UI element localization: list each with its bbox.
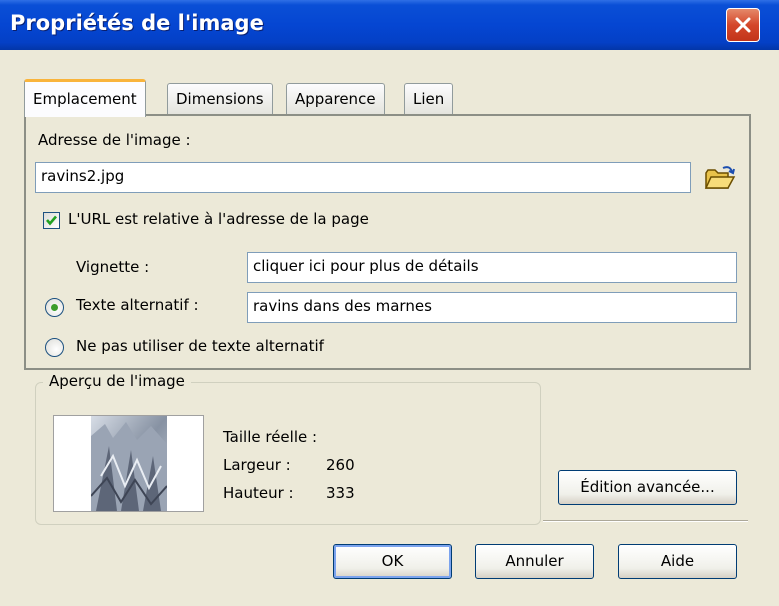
image-properties-dialog: Propriétés de l'image Emplacement Dimens…	[0, 0, 779, 606]
tab-lien[interactable]: Lien	[404, 83, 454, 114]
tab-emplacement[interactable]: Emplacement	[24, 79, 146, 117]
image-thumbnail	[91, 416, 167, 511]
advanced-edit-button[interactable]: Édition avancée...	[558, 470, 737, 505]
tab-label: Emplacement	[33, 90, 137, 108]
alt-text-input[interactable]: ravins dans des marnes	[247, 292, 737, 323]
tooltip-label: Vignette :	[76, 258, 150, 276]
close-icon	[735, 17, 751, 33]
width-value: 260	[326, 456, 355, 474]
relative-url-label: L'URL est relative à l'adresse de la pag…	[68, 210, 369, 228]
tab-apparence[interactable]: Apparence	[286, 83, 385, 114]
image-address-label: Adresse de l'image :	[38, 131, 191, 149]
image-address-input[interactable]: ravins2.jpg	[35, 162, 691, 193]
tab-label: Dimensions	[176, 90, 264, 108]
alt-text-radio[interactable]	[45, 298, 64, 317]
window-title: Propriétés de l'image	[10, 11, 264, 35]
height-label: Hauteur :	[223, 484, 294, 502]
cancel-button[interactable]: Annuler	[475, 544, 594, 579]
tab-label: Lien	[413, 90, 445, 108]
no-alt-text-label: Ne pas utiliser de texte alternatif	[76, 337, 324, 355]
tab-label: Apparence	[295, 90, 376, 108]
real-size-label: Taille réelle :	[223, 428, 318, 446]
width-label: Largeur :	[223, 456, 291, 474]
radio-selected-dot	[51, 304, 58, 311]
separator-line	[543, 520, 748, 521]
help-button[interactable]: Aide	[618, 544, 737, 579]
no-alt-text-radio[interactable]	[45, 338, 64, 357]
alt-text-label: Texte alternatif :	[76, 296, 199, 314]
close-button[interactable]	[726, 8, 760, 42]
browse-button[interactable]	[703, 164, 737, 192]
relative-url-checkbox[interactable]	[43, 212, 60, 229]
checkmark-icon	[46, 215, 57, 226]
tab-dimensions[interactable]: Dimensions	[167, 83, 273, 114]
height-value: 333	[326, 484, 355, 502]
image-preview-legend: Aperçu de l'image	[43, 372, 191, 390]
tooltip-input[interactable]: cliquer ici pour plus de détails	[247, 252, 737, 283]
title-bar[interactable]: Propriétés de l'image	[0, 0, 779, 50]
open-folder-icon	[704, 166, 736, 189]
ok-button[interactable]: OK	[333, 544, 452, 579]
tab-panel-emplacement	[24, 114, 751, 370]
image-preview	[53, 415, 204, 512]
